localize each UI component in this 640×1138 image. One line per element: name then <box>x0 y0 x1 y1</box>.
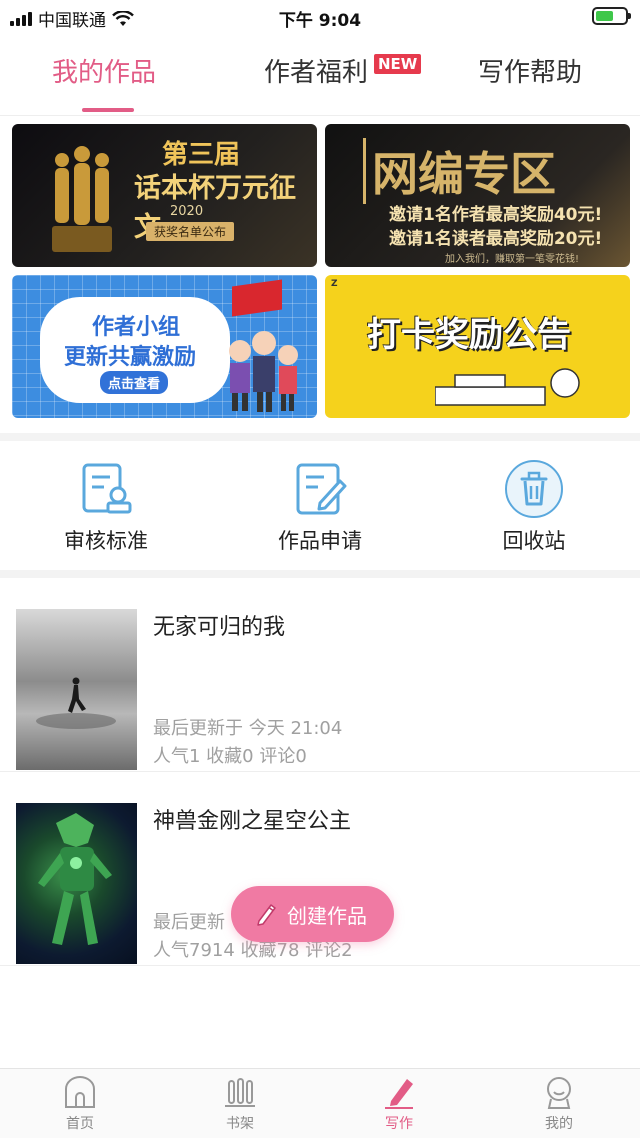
brand-mark: Z <box>331 279 338 289</box>
work-item[interactable]: 无家可归的我 最后更新于 今天 21:04 人气1 收藏0 评论0 <box>0 578 640 772</box>
quick-actions: 审核标准 作品申请 回收站 <box>0 441 640 570</box>
desk-illustration <box>435 368 580 406</box>
banner-checkin-title: 打卡奖励公告 <box>367 315 571 355</box>
nav-bookshelf-label: 书架 <box>226 1116 254 1132</box>
work-stats: 人气1 收藏0 评论0 <box>153 746 307 767</box>
battery-icon <box>592 7 631 25</box>
profile-icon <box>547 1077 571 1109</box>
create-work-label: 创建作品 <box>287 903 367 928</box>
work-title: 神兽金刚之星空公主 <box>153 809 352 834</box>
banner-author-group[interactable]: 作者小组 更新共赢激励 点击查看 <box>12 275 317 418</box>
nav-mine[interactable]: 我的 <box>519 1075 599 1133</box>
work-apply-icon <box>296 463 347 515</box>
active-tab-indicator <box>82 108 134 112</box>
nav-home-label: 首页 <box>66 1116 94 1132</box>
banner-essay-year: 2020 <box>170 204 204 219</box>
tab-author-benefits[interactable]: 作者福利 <box>264 52 368 89</box>
new-badge: NEW <box>374 54 422 74</box>
create-work-button[interactable]: 创建作品 <box>231 886 394 942</box>
banner-checkin-reward[interactable]: Z 打卡奖励公告 <box>325 275 630 418</box>
home-icon <box>65 1076 95 1108</box>
work-cover <box>16 803 137 964</box>
review-standard-icon <box>82 463 132 514</box>
figure-illustration <box>36 677 116 729</box>
banner-essay-pill: 获奖名单公布 <box>146 222 235 241</box>
banner-group-button[interactable]: 点击查看 <box>100 371 169 394</box>
work-cover <box>16 609 137 770</box>
review-standard-label: 审核标准 <box>64 529 148 553</box>
banner-editor-title: 网编专区 <box>363 138 556 204</box>
work-title: 无家可归的我 <box>153 615 286 640</box>
nav-write[interactable]: 写作 <box>359 1075 439 1133</box>
section-divider <box>0 570 640 578</box>
trash-icon <box>505 460 563 518</box>
bookshelf-icon <box>225 1078 255 1107</box>
banner-editor-zone[interactable]: 网编专区 邀请1名作者最高奖励40元! 邀请1名读者最高奖励20元! 加入我们，… <box>325 124 630 267</box>
trophy-icon <box>52 146 112 252</box>
banner-essay-contest[interactable]: 第三届 话本杯万元征文 2020 获奖名单公布 <box>12 124 317 267</box>
clock: 下午 9:04 <box>278 11 362 31</box>
section-divider <box>0 433 640 441</box>
write-icon <box>385 1079 413 1109</box>
banner-group-line2: 更新共赢激励 <box>64 345 197 370</box>
top-tabs: 我的作品 作者福利 NEW 写作帮助 <box>0 40 640 116</box>
nav-home[interactable]: 首页 <box>40 1075 120 1133</box>
banner-editor-sub1: 邀请1名作者最高奖励40元! <box>389 205 603 225</box>
recycle-bin-label: 回收站 <box>502 529 566 553</box>
banner-group-line1: 作者小组 <box>92 315 181 340</box>
nav-mine-label: 我的 <box>545 1116 573 1132</box>
tab-my-works[interactable]: 我的作品 <box>52 52 156 89</box>
work-apply-button[interactable]: 作品申请 <box>250 459 390 555</box>
tab-writing-help[interactable]: 写作帮助 <box>478 52 582 89</box>
pencil-icon <box>257 904 276 926</box>
recycle-bin-button[interactable]: 回收站 <box>464 459 604 555</box>
work-updated: 最后更新 <box>153 912 225 933</box>
robot-illustration <box>38 813 112 945</box>
kids-illustration <box>229 331 298 412</box>
bottom-nav: 首页 书架 写作 我的 <box>0 1068 640 1138</box>
work-updated: 最后更新于 今天 21:04 <box>153 718 343 739</box>
banner-editor-sub2: 邀请1名读者最高奖励20元! <box>389 229 603 249</box>
review-standard-button[interactable]: 审核标准 <box>36 459 176 555</box>
status-bar: 中国联通 下午 9:04 <box>0 0 640 34</box>
work-apply-label: 作品申请 <box>278 529 362 553</box>
nav-write-label: 写作 <box>385 1116 413 1132</box>
nav-bookshelf[interactable]: 书架 <box>200 1075 280 1133</box>
banner-editor-sub3: 加入我们，赚取第一笔零花钱! <box>445 254 580 265</box>
